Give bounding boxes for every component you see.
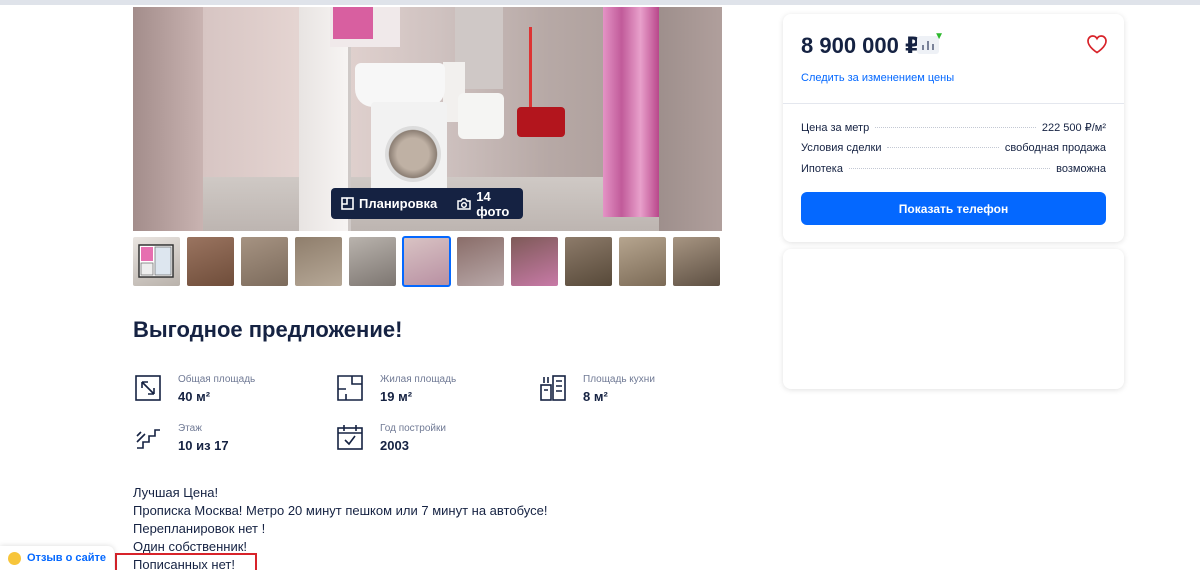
kitchen-area-icon xyxy=(540,375,566,401)
top-border xyxy=(0,0,1200,5)
ad-placeholder-card xyxy=(783,249,1124,389)
thumbnail-floor-plan[interactable] xyxy=(133,237,180,286)
param-build-year: Год постройки 2003 xyxy=(335,422,446,453)
thumbnail[interactable] xyxy=(457,237,504,286)
smile-icon xyxy=(8,551,21,565)
divider xyxy=(783,103,1124,104)
description-line: Прописка Москва! Метро 20 минут пешком и… xyxy=(133,503,548,518)
feedback-label: Отзыв о сайте xyxy=(27,552,107,564)
thumbnail[interactable] xyxy=(187,237,234,286)
row-value: 222 500 ₽/м² xyxy=(1041,122,1106,134)
photos-count: 14 фото xyxy=(476,188,510,219)
param-value: 2003 xyxy=(380,438,409,453)
offer-card: 8 900 000 ₽ ▼ Следить за изменением цены… xyxy=(783,14,1124,242)
row-label: Ипотека xyxy=(801,163,843,175)
photos-button[interactable]: 14 фото xyxy=(447,188,523,219)
photo-controls: Планировка 14 фото xyxy=(331,188,523,219)
offer-row-price-per-meter: Цена за метр 222 500 ₽/м² xyxy=(801,121,1106,134)
show-phone-button[interactable]: Показать телефон xyxy=(801,192,1106,225)
description-line: Лучшая Цена! xyxy=(133,485,219,500)
layout-button[interactable]: Планировка xyxy=(331,188,447,219)
param-total-area: Общая площадь 40 м² xyxy=(133,373,255,404)
param-living-area: Жилая площадь 19 м² xyxy=(335,373,456,404)
thumbnail[interactable] xyxy=(402,236,451,287)
thumbnail[interactable] xyxy=(295,237,342,286)
living-area-icon xyxy=(337,375,363,401)
param-label: Этаж xyxy=(178,423,202,434)
description-line: Перепланировок нет ! xyxy=(133,521,266,536)
offer-row-mortgage: Ипотека возможна xyxy=(801,163,1106,175)
param-floor: Этаж 10 из 17 xyxy=(133,422,229,453)
calendar-icon xyxy=(337,425,363,450)
thumbnail[interactable] xyxy=(241,237,288,286)
param-value: 19 м² xyxy=(380,389,413,404)
price-history-button[interactable]: ▼ xyxy=(917,31,944,54)
param-label: Год постройки xyxy=(380,423,446,434)
camera-icon xyxy=(457,197,472,210)
param-label: Площадь кухни xyxy=(583,374,655,385)
site-feedback-button[interactable]: Отзыв о сайте xyxy=(0,546,115,570)
thumbnail[interactable] xyxy=(565,237,612,286)
thumbnail[interactable] xyxy=(349,237,396,286)
thumbnail[interactable] xyxy=(511,237,558,286)
favorite-heart-icon[interactable] xyxy=(1086,34,1108,54)
thumbnail[interactable] xyxy=(673,237,720,286)
offer-row-deal-terms: Условия сделки свободная продажа xyxy=(801,142,1106,154)
row-value: возможна xyxy=(1056,163,1106,175)
follow-price-link[interactable]: Следить за изменением цены xyxy=(801,72,954,84)
param-label: Общая площадь xyxy=(178,374,256,385)
param-label: Жилая площадь xyxy=(380,374,457,385)
row-label: Условия сделки xyxy=(801,142,882,154)
param-value: 10 из 17 xyxy=(178,438,229,453)
row-value: свободная продажа xyxy=(1004,142,1106,154)
listing-headline: Выгодное предложение! xyxy=(133,317,403,342)
floor-icon xyxy=(136,429,160,449)
price: 8 900 000 ₽ xyxy=(801,33,921,58)
param-value: 8 м² xyxy=(583,389,608,404)
param-value: 40 м² xyxy=(178,389,211,404)
thumbnail-strip xyxy=(133,236,720,287)
thumbnail[interactable] xyxy=(619,237,666,286)
param-kitchen-area: Площадь кухни 8 м² xyxy=(538,373,655,404)
layout-label: Планировка xyxy=(359,196,438,211)
row-label: Цена за метр xyxy=(801,122,870,134)
highlight-box xyxy=(115,553,257,570)
layout-icon xyxy=(341,197,354,210)
price-down-arrow-icon: ▼ xyxy=(934,31,944,42)
total-area-icon xyxy=(135,375,161,401)
